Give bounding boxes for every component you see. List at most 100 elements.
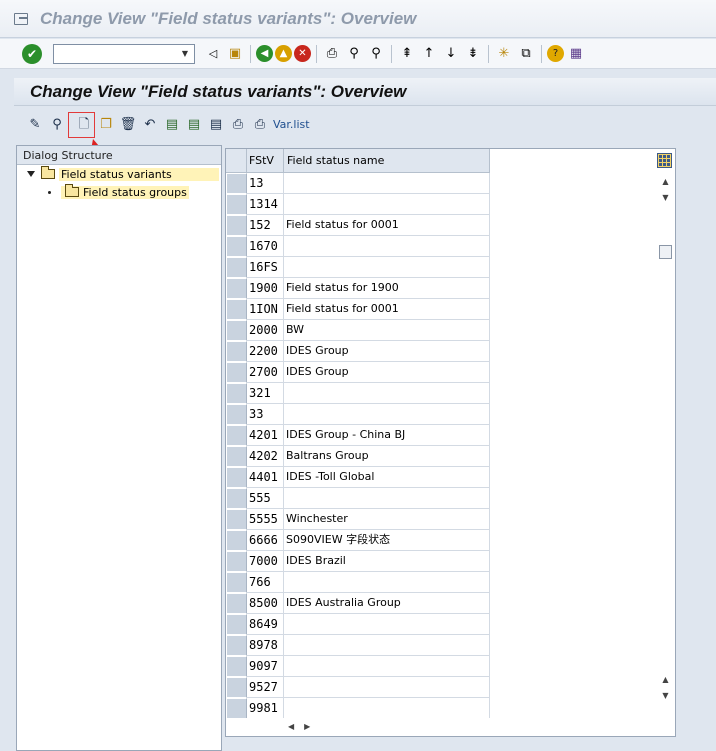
shortcut-icon[interactable]: ⧉ (516, 44, 536, 64)
cell-field-status-name[interactable] (284, 656, 490, 677)
cell-fstv[interactable]: 8978 (247, 635, 284, 656)
column-header-field-status-name[interactable]: Field status name (284, 149, 490, 172)
row-selector[interactable] (226, 341, 247, 362)
variant-list-button[interactable]: Var.list (273, 118, 310, 131)
table-row[interactable]: 1314 (226, 194, 490, 215)
table-settings-icon[interactable] (657, 153, 672, 168)
customize-layout-icon[interactable]: ▦ (566, 44, 586, 64)
cell-field-status-name[interactable]: Field status for 0001 (284, 215, 490, 236)
cell-field-status-name[interactable] (284, 698, 490, 719)
display-icon[interactable]: ⚲ (47, 114, 67, 134)
cell-field-status-name[interactable]: Field status for 1900 (284, 278, 490, 299)
print-icon[interactable]: ⎙ (322, 44, 342, 64)
cell-fstv[interactable]: 1314 (247, 194, 284, 215)
exit-yellow-icon[interactable]: ▲ (275, 45, 292, 62)
column-header-fstv[interactable]: FStV (247, 149, 284, 172)
cell-field-status-name[interactable]: Field status for 0001 (284, 299, 490, 320)
tree-item-field-status-variants[interactable]: Field status variants (17, 165, 221, 183)
cell-fstv[interactable]: 7000 (247, 551, 284, 572)
row-selector[interactable] (226, 614, 247, 635)
cell-fstv[interactable]: 8649 (247, 614, 284, 635)
vertical-scrollbar[interactable]: ▲ ▼ ▲ ▼ (657, 172, 674, 716)
copy-as-icon[interactable]: ❐ (96, 114, 116, 134)
row-selector[interactable] (226, 404, 247, 425)
cell-fstv[interactable]: 13 (247, 173, 284, 194)
delete-icon[interactable]: 🗑 (118, 114, 138, 134)
cell-fstv[interactable]: 9981 (247, 698, 284, 719)
tree-item-field-status-groups[interactable]: Field status groups (17, 183, 221, 201)
table-row[interactable]: 9097 (226, 656, 490, 677)
back-arrow-icon[interactable]: ◁ (203, 44, 223, 64)
table-row[interactable]: 16FS (226, 257, 490, 278)
cell-field-status-name[interactable]: Baltrans Group (284, 446, 490, 467)
horizontal-scrollbar[interactable]: ◀ ▶ (226, 718, 656, 734)
save-icon[interactable]: ▣ (225, 44, 245, 64)
table-row[interactable]: 8649 (226, 614, 490, 635)
back-green-icon[interactable]: ◀ (256, 45, 273, 62)
cell-field-status-name[interactable]: Winchester (284, 509, 490, 530)
select-all-rows[interactable] (226, 149, 247, 172)
row-selector[interactable] (226, 467, 247, 488)
row-selector[interactable] (226, 509, 247, 530)
select-block-icon[interactable]: ▤ (184, 114, 204, 134)
table-row[interactable]: 5555 Winchester (226, 509, 490, 530)
new-session-icon[interactable]: ✳ (494, 44, 514, 64)
row-selector[interactable] (226, 215, 247, 236)
cell-fstv[interactable]: 4401 (247, 467, 284, 488)
cell-fstv[interactable]: 5555 (247, 509, 284, 530)
table-row[interactable]: 555 (226, 488, 490, 509)
table-row[interactable]: 9981 (226, 698, 490, 719)
cell-fstv[interactable]: 4201 (247, 425, 284, 446)
cell-fstv[interactable]: 1ION (247, 299, 284, 320)
find-icon[interactable]: ⚲ (344, 44, 364, 64)
cell-fstv[interactable]: 766 (247, 572, 284, 593)
cell-field-status-name[interactable] (284, 635, 490, 656)
table-row[interactable]: 2200 IDES Group (226, 341, 490, 362)
row-selector[interactable] (226, 593, 247, 614)
chevron-down-icon[interactable]: ▼ (176, 45, 194, 63)
next-page-icon[interactable]: ↓ (441, 44, 461, 64)
last-page-icon[interactable]: ⇟ (463, 44, 483, 64)
row-selector[interactable] (226, 299, 247, 320)
row-selector[interactable] (226, 635, 247, 656)
row-selector[interactable] (226, 257, 247, 278)
row-selector[interactable] (226, 656, 247, 677)
find-next-icon[interactable]: ⚲ (366, 44, 386, 64)
scroll-right-icon[interactable]: ▶ (304, 722, 310, 731)
row-selector[interactable] (226, 236, 247, 257)
table-row[interactable]: 2000 BW (226, 320, 490, 341)
table-row[interactable]: 6666 S090VIEW 字段状态 (226, 530, 490, 551)
cell-fstv[interactable]: 9097 (247, 656, 284, 677)
cell-field-status-name[interactable]: IDES Brazil (284, 551, 490, 572)
cell-fstv[interactable]: 4202 (247, 446, 284, 467)
cell-field-status-name[interactable] (284, 404, 490, 425)
table-row[interactable]: 8500 IDES Australia Group (226, 593, 490, 614)
scroll-down-icon[interactable]: ▼ (657, 688, 674, 702)
row-selector[interactable] (226, 278, 247, 299)
print-list-icon[interactable]: ⎙ (228, 114, 248, 134)
table-row[interactable]: 766 (226, 572, 490, 593)
cell-fstv[interactable]: 33 (247, 404, 284, 425)
table-row[interactable]: 1670 (226, 236, 490, 257)
command-field[interactable]: ▼ (53, 43, 195, 64)
row-selector[interactable] (226, 488, 247, 509)
table-row[interactable]: 321 (226, 383, 490, 404)
scroll-down-small-icon[interactable]: ▼ (657, 190, 674, 204)
cell-fstv[interactable]: 16FS (247, 257, 284, 278)
table-row[interactable]: 9527 (226, 677, 490, 698)
cell-fstv[interactable]: 9527 (247, 677, 284, 698)
cancel-red-icon[interactable]: ✕ (294, 45, 311, 62)
new-entries-icon[interactable]: 🗋 (74, 114, 94, 134)
row-selector[interactable] (226, 173, 247, 194)
table-row[interactable]: 13 (226, 173, 490, 194)
table-row[interactable]: 4401 IDES -Toll Global (226, 467, 490, 488)
cell-fstv[interactable]: 2200 (247, 341, 284, 362)
table-row[interactable]: 7000 IDES Brazil (226, 551, 490, 572)
row-selector[interactable] (226, 194, 247, 215)
cell-field-status-name[interactable]: IDES Group (284, 362, 490, 383)
scrollbar-thumb[interactable] (659, 245, 672, 259)
display-change-icon[interactable]: ✎ (25, 114, 45, 134)
cell-field-status-name[interactable]: S090VIEW 字段状态 (284, 530, 490, 551)
undo-change-icon[interactable]: ↶ (140, 114, 160, 134)
table-row[interactable]: 1ION Field status for 0001 (226, 299, 490, 320)
